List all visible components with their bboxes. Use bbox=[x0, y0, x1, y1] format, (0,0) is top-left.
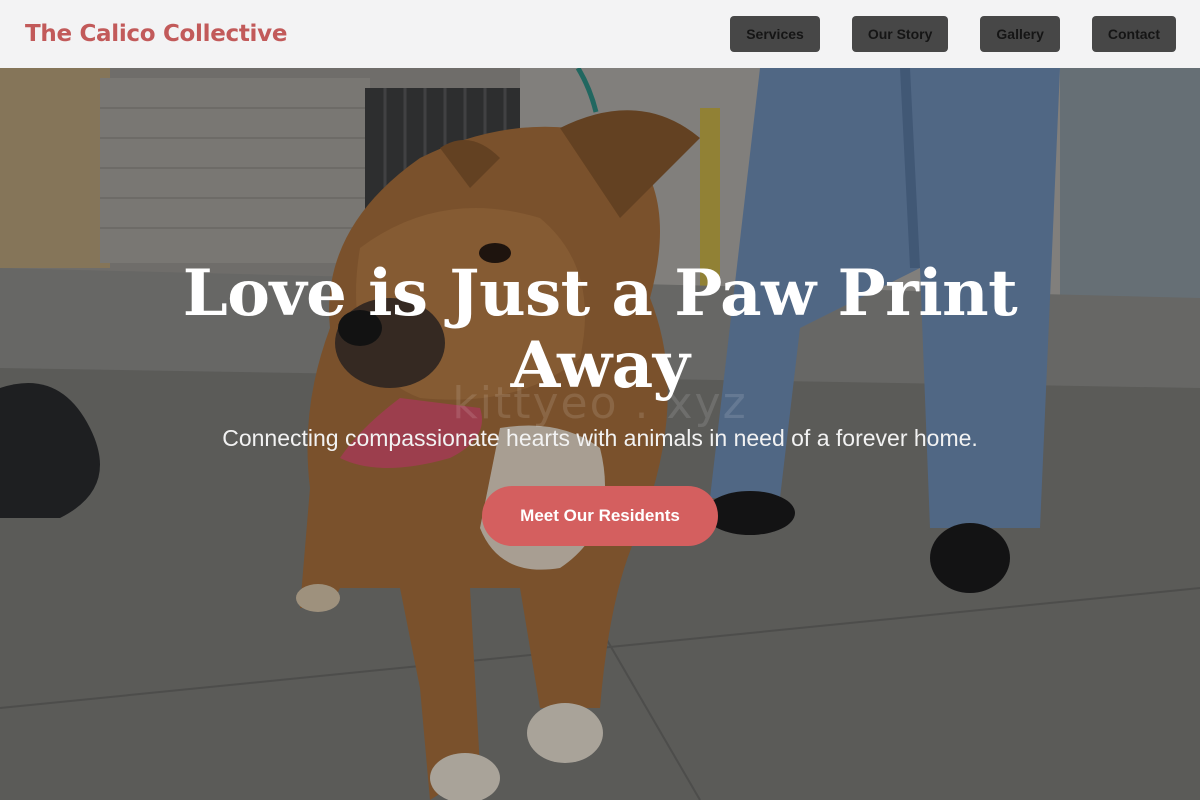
hero-content: kittyeo . xyz Love is Just a Paw Print A… bbox=[0, 68, 1200, 800]
nav-gallery-button[interactable]: Gallery bbox=[980, 16, 1060, 52]
top-navbar: The Calico Collective Services Our Story… bbox=[0, 0, 1200, 68]
nav-contact-button[interactable]: Contact bbox=[1091, 16, 1176, 52]
hero-section: kittyeo . xyz Love is Just a Paw Print A… bbox=[0, 68, 1200, 800]
page: The Calico Collective Services Our Story… bbox=[0, 0, 1200, 800]
nav-our-story-button[interactable]: Our Story bbox=[851, 16, 949, 52]
brand-logo-text[interactable]: The Calico Collective bbox=[25, 21, 287, 47]
hero-title: Love is Just a Paw Print Away bbox=[182, 256, 1018, 403]
meet-our-residents-button[interactable]: Meet Our Residents bbox=[482, 486, 718, 546]
hero-subtitle: Connecting compassionate hearts with ani… bbox=[222, 425, 978, 451]
nav-links: Services Our Story Gallery Contact bbox=[730, 16, 1176, 52]
nav-services-button[interactable]: Services bbox=[730, 16, 820, 52]
